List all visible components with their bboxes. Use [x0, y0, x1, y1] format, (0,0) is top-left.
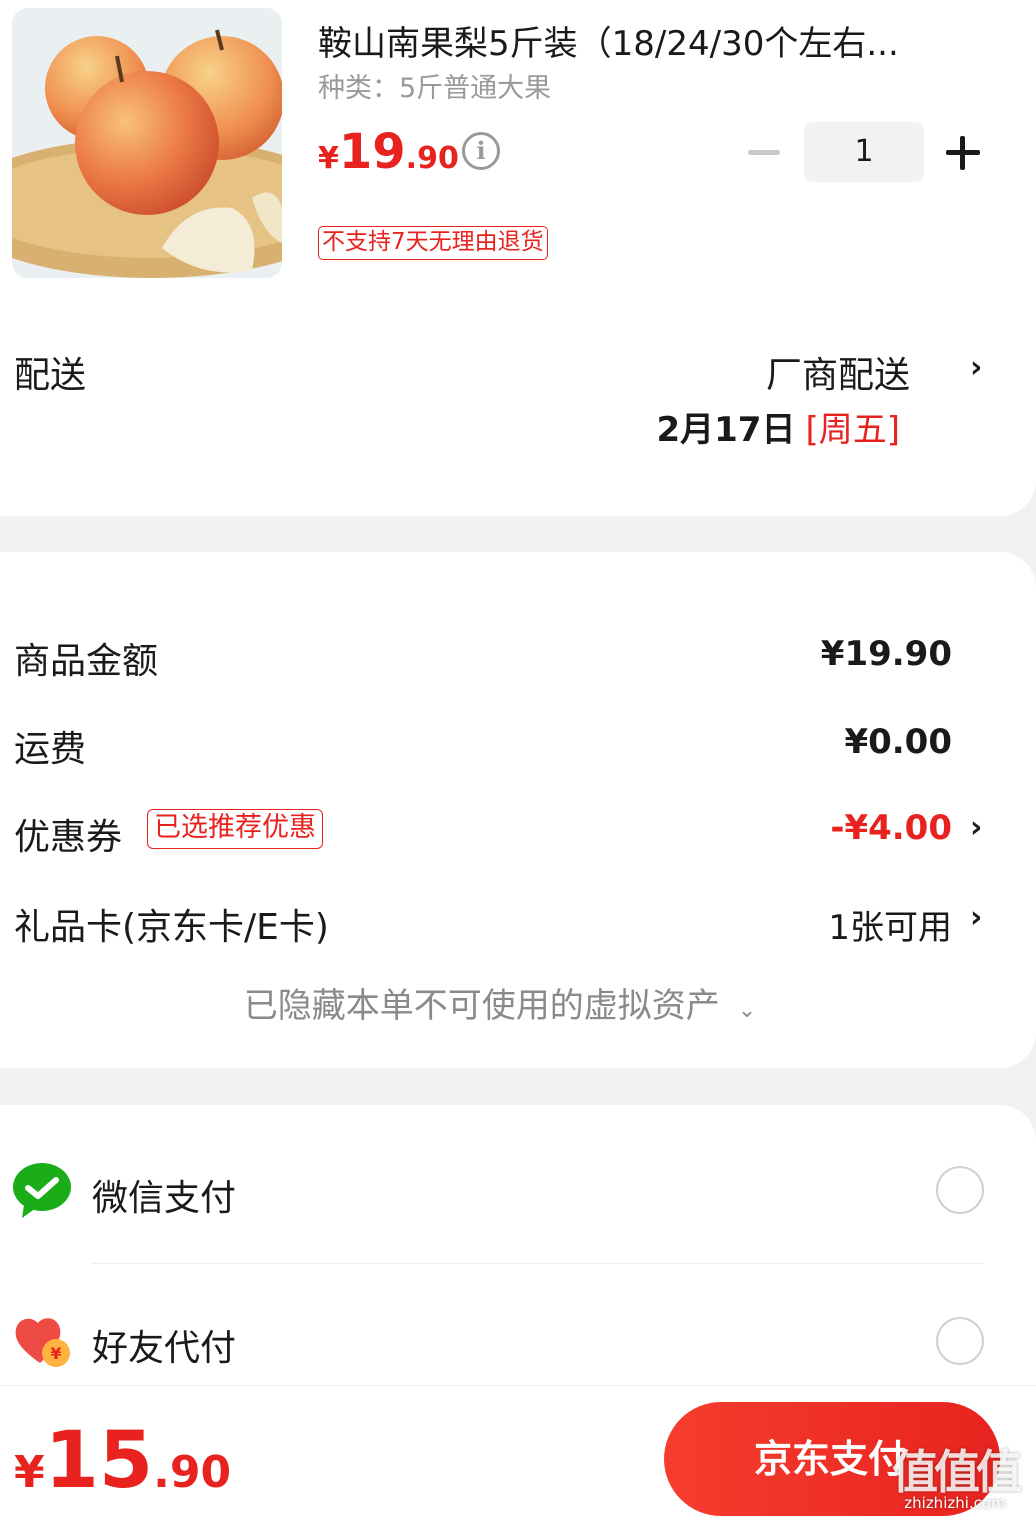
goods-amount-value: ¥19.90 — [820, 634, 952, 674]
friend-pay-icon: ¥ — [12, 1311, 72, 1371]
hidden-assets-toggle[interactable]: 已隐藏本单不可使用的虚拟资产 ⌄ — [0, 978, 1000, 1027]
svg-text:¥: ¥ — [50, 1344, 61, 1363]
quantity-decrease-button[interactable] — [748, 150, 780, 155]
wechat-pay-radio[interactable] — [936, 1166, 984, 1214]
coupon-value[interactable]: -¥4.00 — [830, 808, 952, 848]
friend-pay-label[interactable]: 好友代付 — [92, 1319, 236, 1371]
giftcard-chevron-right-icon[interactable]: › — [970, 900, 982, 935]
goods-amount-label: 商品金额 — [14, 641, 159, 682]
product-thumbnail[interactable] — [12, 8, 282, 278]
quantity-increase-button[interactable] — [946, 136, 980, 170]
freight-value: ¥0.00 — [844, 722, 952, 762]
shipping-date-value: 2月17日 — [656, 410, 796, 450]
wechat-pay-label[interactable]: 微信支付 — [92, 1169, 236, 1221]
product-card: 鞍山南果梨5斤装（18/24/30个左右... 种类：5斤普通大果 ¥19.90… — [0, 0, 1036, 516]
freight-label: 运费 — [14, 729, 87, 770]
pear-image — [12, 8, 282, 278]
price-integer: 19 — [338, 124, 406, 180]
shipping-method[interactable]: 厂商配送 — [766, 346, 910, 398]
divider — [92, 1263, 984, 1264]
giftcard-value[interactable]: 1张可用 — [828, 900, 952, 949]
product-price: ¥19.90 — [318, 124, 459, 180]
return-policy-tag: 不支持7天无理由退货 — [318, 226, 548, 260]
product-variant: 种类：5斤普通大果 — [318, 73, 552, 104]
wechat-pay-icon — [12, 1160, 72, 1220]
cost-summary-card: 商品金额 ¥19.90 运费 ¥0.00 优惠券 已选推荐优惠 -¥4.00 ›… — [0, 552, 1036, 1068]
coupon-chevron-right-icon[interactable]: › — [970, 810, 982, 845]
coupon-recommended-tag: 已选推荐优惠 — [147, 809, 323, 849]
chevron-down-icon: ⌄ — [737, 998, 757, 1023]
giftcard-label: 礼品卡(京东卡/E卡) — [14, 907, 329, 948]
shipping-chevron-right-icon[interactable]: › — [970, 350, 982, 385]
shipping-label: 配送 — [14, 355, 87, 396]
coupon-label: 优惠券 — [14, 817, 123, 858]
product-title[interactable]: 鞍山南果梨5斤装（18/24/30个左右... — [318, 16, 978, 65]
shipping-date: 2月17日 [周五] — [656, 402, 900, 451]
quantity-field[interactable]: 1 — [804, 122, 924, 182]
info-icon[interactable]: i — [462, 132, 500, 170]
total-price: ¥15.90 — [14, 1416, 231, 1506]
payment-methods-card: 微信支付 ¥ 好友代付 — [0, 1105, 1036, 1405]
shipping-weekday: [周五] — [805, 410, 900, 450]
total-integer: 15 — [44, 1416, 154, 1506]
total-decimal: .90 — [153, 1447, 232, 1498]
hidden-assets-label: 已隐藏本单不可使用的虚拟资产 — [243, 986, 720, 1026]
total-currency: ¥ — [14, 1447, 45, 1498]
price-decimal: .90 — [405, 141, 459, 176]
price-currency: ¥ — [318, 141, 339, 176]
friend-pay-radio[interactable] — [936, 1317, 984, 1365]
site-watermark: 值值值 — [892, 1445, 1022, 1499]
site-watermark-url: zhizhizhi.com — [904, 1494, 1006, 1512]
